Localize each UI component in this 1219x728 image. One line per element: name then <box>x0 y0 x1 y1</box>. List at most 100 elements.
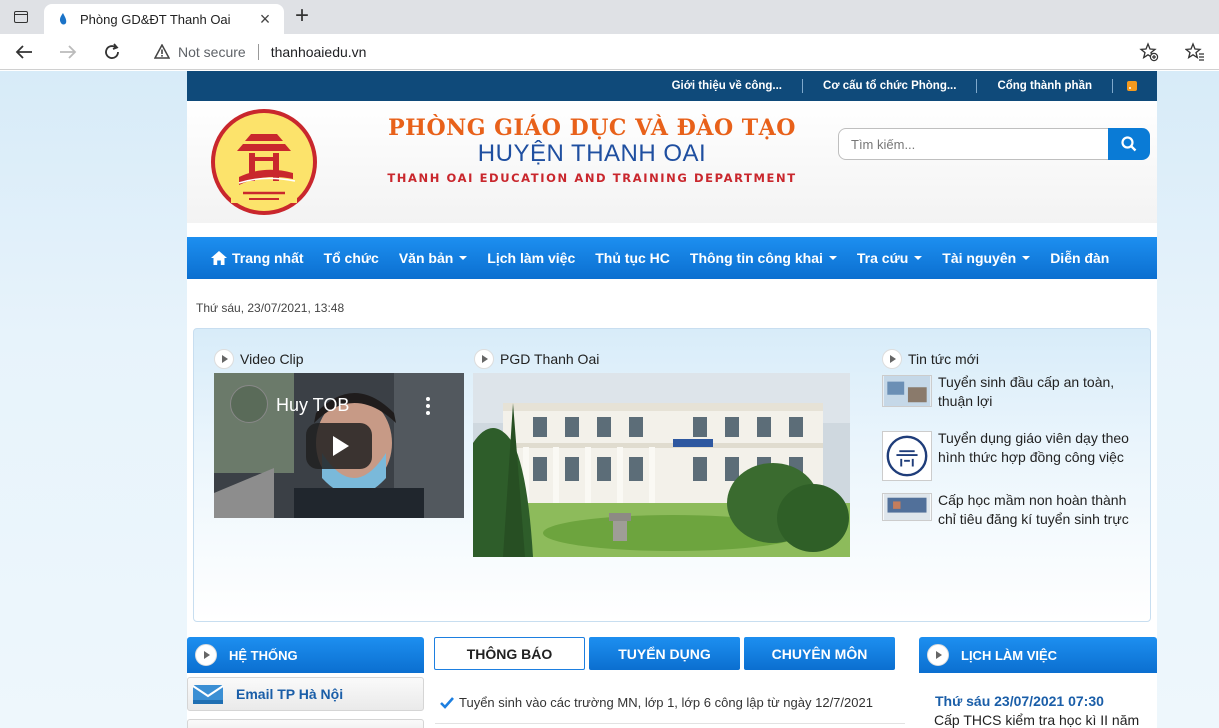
bullet-play-icon <box>474 349 494 369</box>
nav-item-label: Thông tin công khai <box>689 250 823 266</box>
address-bar[interactable]: Not secure thanhoaiedu.vn <box>142 37 1176 67</box>
email-hanoi-link[interactable]: Email TP Hà Nội <box>187 677 424 711</box>
video-channel-name[interactable]: Huy TOB <box>276 395 349 416</box>
news-item[interactable]: Cấp học mầm non hoàn thành chỉ tiêu đăng… <box>882 491 1142 547</box>
nav-item-label: Lịch làm việc <box>487 250 576 266</box>
rss-icon[interactable] <box>1127 81 1137 91</box>
chevron-down-icon <box>828 256 837 260</box>
nav-item-label: Diễn đàn <box>1050 250 1110 266</box>
close-tab-icon[interactable]: × <box>256 10 274 28</box>
department-logo[interactable] <box>209 107 319 217</box>
warning-triangle-icon <box>154 44 170 59</box>
notice-item[interactable]: Tuyển sinh vào các trường MN, lớp 1, lớp… <box>440 695 873 710</box>
nav-item-home[interactable]: Trang nhất <box>201 237 314 279</box>
news-item[interactable]: Tuyển dụng giáo viên dạy theo hình thức … <box>882 429 1142 491</box>
nav-item-documents[interactable]: Văn bản <box>389 237 477 279</box>
news-title[interactable]: Tuyển dụng giáo viên dạy theo hình thức … <box>938 429 1138 467</box>
tab-recruitment[interactable]: TUYỂN DỤNG <box>589 637 740 670</box>
url-text[interactable]: thanhoaiedu.vn <box>271 44 367 60</box>
add-favorite-star-icon[interactable] <box>1139 42 1159 62</box>
favorites-icon[interactable] <box>1185 42 1205 62</box>
divider <box>435 723 905 724</box>
notice-title: Tuyển sinh vào các trường MN, lớp 1, lớp… <box>459 695 873 710</box>
top-link-structure[interactable]: Cơ cấu tổ chức Phòng... <box>803 79 978 93</box>
site-header: PHÒNG GIÁO DỤC VÀ ĐÀO TẠO HUYỆN THANH OA… <box>187 101 1157 223</box>
top-links-bar: Giới thiệu về công... Cơ cấu tổ chức Phò… <box>187 71 1157 101</box>
system-panel-header: HỆ THỐNG <box>187 637 424 673</box>
chevron-down-icon <box>914 256 923 260</box>
nav-item-public-info[interactable]: Thông tin công khai <box>680 237 847 279</box>
news-title[interactable]: Cấp học mầm non hoàn thành chỉ tiêu đăng… <box>938 491 1138 529</box>
brand-english: THANH OAI EDUCATION AND TRAINING DEPARTM… <box>387 171 797 185</box>
top-link-portal[interactable]: Cổng thành phần <box>977 79 1113 93</box>
new-tab-plus-icon[interactable]: + <box>290 4 314 29</box>
tab-title: Phòng GD&ĐT Thanh Oai <box>80 11 231 27</box>
chevron-down-icon <box>1022 256 1031 260</box>
sidebar-link-next[interactable] <box>187 719 424 728</box>
featured-section: Video Clip Huy TOB PGD Thanh Oai Tin tức… <box>193 328 1151 622</box>
home-icon <box>211 251 227 265</box>
site-container: Giới thiệu về công... Cơ cấu tổ chức Phò… <box>187 71 1157 728</box>
nav-item-label: Tài nguyên <box>942 250 1017 266</box>
back-arrow-icon[interactable] <box>10 38 38 66</box>
nav-item-resources[interactable]: Tài nguyên <box>932 237 1040 279</box>
tab-professional[interactable]: CHUYÊN MÔN <box>744 637 895 670</box>
reload-icon[interactable] <box>98 38 126 66</box>
photo-section-label: PGD Thanh Oai <box>500 351 600 367</box>
check-icon <box>440 696 454 709</box>
nav-item-procedures[interactable]: Thủ tục HC <box>585 237 680 279</box>
search-icon <box>1121 136 1137 152</box>
site-favicon-icon <box>59 13 67 25</box>
schedule-panel-header: LỊCH LÀM VIỆC <box>919 637 1157 673</box>
news-list: Tuyển sinh đầu cấp an toàn, thuận lợi Tu… <box>882 373 1142 547</box>
search-input[interactable] <box>838 128 1110 160</box>
news-item[interactable]: Tuyển sinh đầu cấp an toàn, thuận lợi <box>882 373 1142 429</box>
schedule-text[interactable]: Cấp THCS kiểm tra học kì II năm <box>934 712 1139 728</box>
brand-title: PHÒNG GIÁO DỤC VÀ ĐÀO TẠO <box>388 115 796 141</box>
browser-tab[interactable]: Phòng GD&ĐT Thanh Oai × <box>44 4 284 34</box>
news-section-title: Tin tức mới <box>882 349 979 369</box>
bullet-play-icon <box>214 349 234 369</box>
video-section-title: Video Clip <box>214 349 304 369</box>
nav-item-label: Thủ tục HC <box>595 250 670 266</box>
top-link-intro[interactable]: Giới thiệu về công... <box>652 79 804 93</box>
nav-item-forum[interactable]: Diễn đàn <box>1040 237 1119 279</box>
main-navigation: Trang nhất Tổ chức Văn bản Lịch làm việc… <box>187 237 1157 279</box>
nav-item-label: Tổ chức <box>323 250 379 266</box>
video-player[interactable]: Huy TOB <box>214 373 464 518</box>
email-hanoi-label: Email TP Hà Nội <box>236 686 344 702</box>
nav-item-label: Trang nhất <box>232 250 304 266</box>
nav-item-label: Văn bản <box>398 250 454 266</box>
nav-item-organization[interactable]: Tổ chức <box>314 237 389 279</box>
bullet-play-icon <box>195 644 217 666</box>
photo-section-title: PGD Thanh Oai <box>474 349 599 369</box>
mail-icon <box>192 685 224 704</box>
brand-block: PHÒNG GIÁO DỤC VÀ ĐÀO TẠO HUYỆN THANH OA… <box>387 115 797 185</box>
search-button[interactable] <box>1108 128 1150 160</box>
page-viewport: Giới thiệu về công... Cơ cấu tổ chức Phò… <box>0 71 1219 728</box>
office-building-photo[interactable] <box>473 373 850 557</box>
window-icon <box>14 11 28 23</box>
address-separator <box>257 44 259 60</box>
news-thumbnail <box>882 493 932 521</box>
bullet-play-icon <box>882 349 902 369</box>
schedule-date[interactable]: Thứ sáu 23/07/2021 07:30 <box>935 693 1104 709</box>
play-button-icon[interactable] <box>306 423 372 469</box>
news-thumbnail <box>882 375 932 407</box>
current-date: Thứ sáu, 23/07/2021, 13:48 <box>196 301 345 315</box>
tab-actions-button[interactable] <box>8 6 34 28</box>
browser-tab-bar: Phòng GD&ĐT Thanh Oai × + <box>0 0 1219 34</box>
search-box <box>838 128 1150 160</box>
system-panel-title: HỆ THỐNG <box>229 647 298 663</box>
nav-item-lookup[interactable]: Tra cứu <box>847 237 932 279</box>
news-title[interactable]: Tuyển sinh đầu cấp an toàn, thuận lợi <box>938 373 1138 411</box>
forward-arrow-icon[interactable] <box>54 38 82 66</box>
bullet-play-icon <box>927 644 949 666</box>
more-options-icon[interactable] <box>426 397 430 415</box>
nav-item-schedule[interactable]: Lịch làm việc <box>477 237 585 279</box>
channel-avatar[interactable] <box>230 385 268 423</box>
brand-district: HUYỆN THANH OAI <box>477 140 707 167</box>
tab-notices[interactable]: THÔNG BÁO <box>434 637 585 670</box>
news-thumbnail <box>882 431 932 481</box>
video-section-label: Video Clip <box>240 351 304 367</box>
